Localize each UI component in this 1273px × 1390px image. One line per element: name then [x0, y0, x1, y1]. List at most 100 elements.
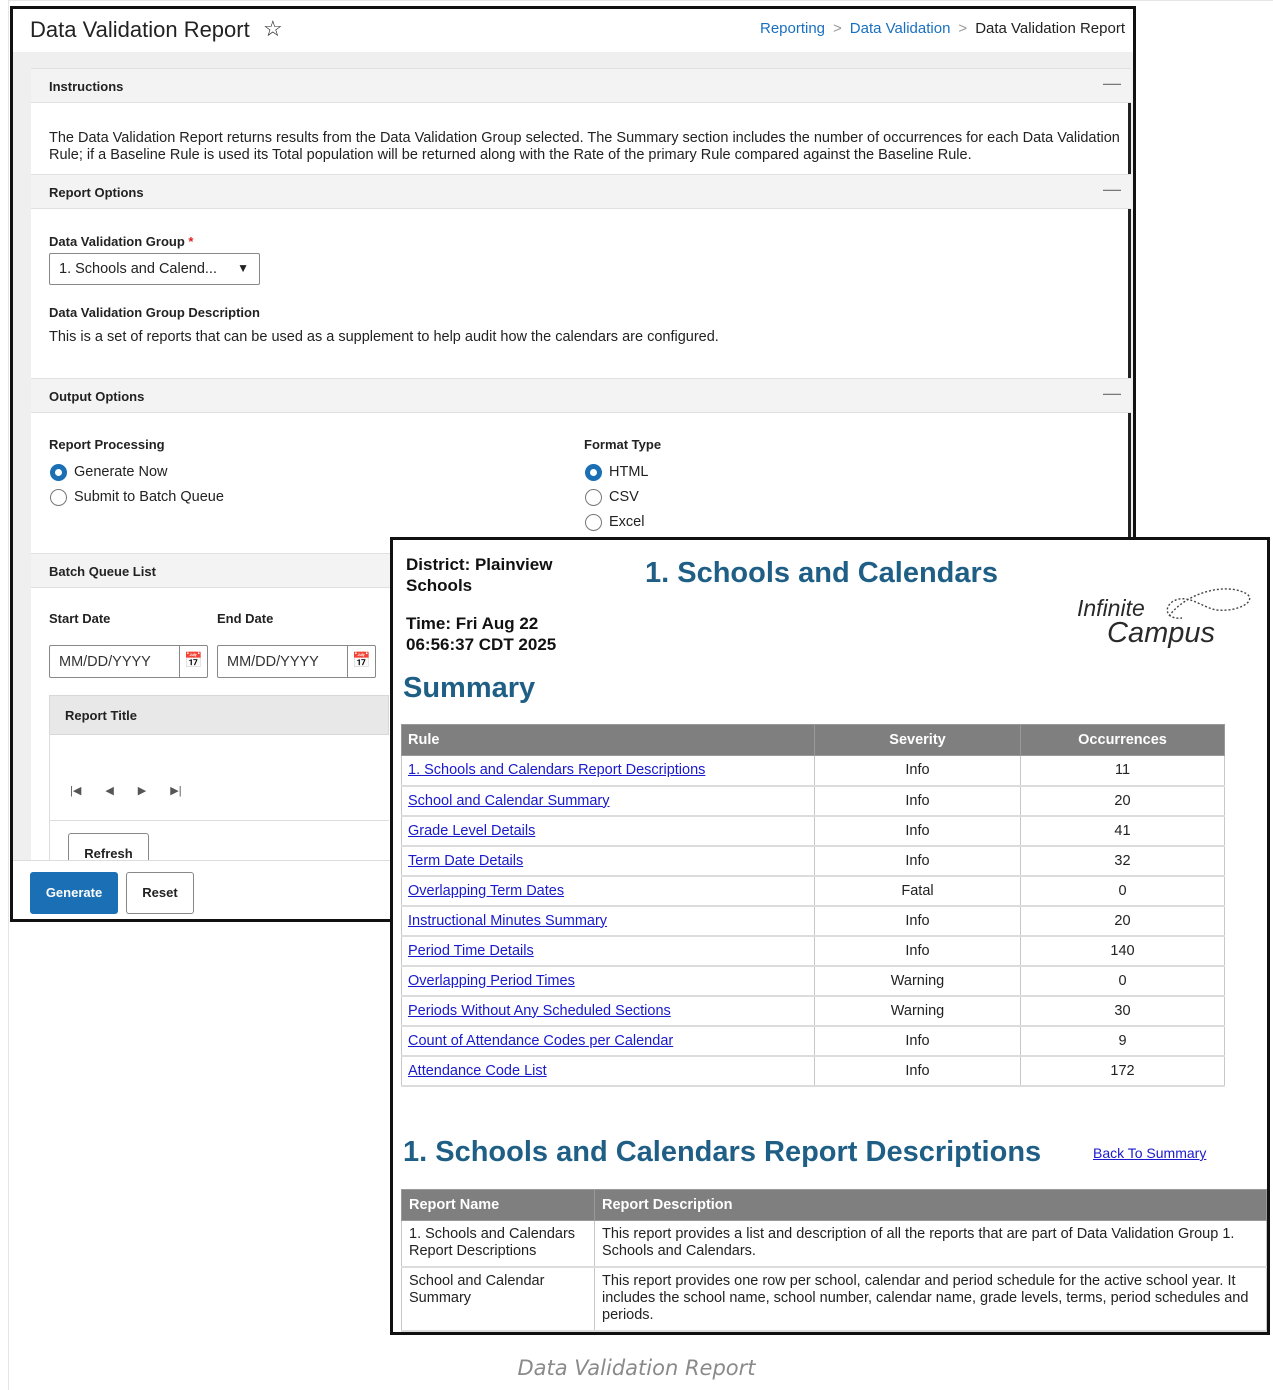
chevron-right-icon: > — [833, 20, 842, 37]
report-processing-label: Report Processing — [49, 437, 165, 452]
end-date-input[interactable]: MM/DD/YYYY 📅 — [217, 645, 376, 678]
summary-row: 1. Schools and Calendars Report Descript… — [401, 755, 1225, 787]
summary-row: Instructional Minutes Summary Info 20 — [401, 905, 1225, 937]
report-name-cell: 1. Schools and Calendars Report Descript… — [401, 1220, 595, 1268]
rule-cell: Instructional Minutes Summary — [401, 905, 815, 937]
start-date-placeholder: MM/DD/YYYY — [59, 654, 151, 670]
report-description-column: Report Description — [594, 1189, 1267, 1221]
breadcrumb-data-validation[interactable]: Data Validation — [850, 20, 951, 37]
report-options-header[interactable]: Report Options — — [31, 174, 1131, 209]
collapse-icon[interactable]: — — [1103, 179, 1121, 200]
severity-cell: Info — [814, 755, 1021, 787]
report-title: 1. Schools and Calendars — [645, 557, 998, 589]
instructions-header[interactable]: Instructions — — [31, 68, 1131, 103]
batch-grid-header: Report Title — [49, 695, 389, 735]
group-label-text: Data Validation Group — [49, 234, 185, 249]
prev-page-icon[interactable]: ◀ — [105, 785, 113, 797]
rule-cell: 1. Schools and Calendars Report Descript… — [401, 755, 815, 787]
rule-link[interactable]: Overlapping Term Dates — [408, 883, 564, 899]
last-page-icon[interactable]: ▶| — [170, 785, 181, 797]
radio-generate-now[interactable] — [50, 464, 67, 481]
occurrences-cell: 30 — [1020, 995, 1225, 1027]
csv-label[interactable]: CSV — [609, 489, 639, 506]
required-mark: * — [188, 234, 194, 249]
divider — [49, 820, 389, 821]
rule-link[interactable]: Attendance Code List — [408, 1063, 547, 1079]
radio-excel[interactable] — [585, 514, 602, 531]
group-select[interactable]: 1. Schools and Calend... ▼ — [49, 253, 260, 285]
radio-html[interactable] — [585, 464, 602, 481]
chevron-right-icon: > — [958, 20, 968, 37]
summary-row: Count of Attendance Codes per Calendar In… — [401, 1025, 1225, 1057]
rule-link[interactable]: Periods Without Any Scheduled Sections — [408, 1003, 671, 1019]
next-page-icon[interactable]: ▶ — [138, 785, 146, 797]
report-output: District: Plainview Schools Time: Fri Au… — [390, 537, 1270, 1335]
rule-link[interactable]: Grade Level Details — [408, 823, 535, 839]
back-to-summary-link[interactable]: Back To Summary — [1093, 1145, 1206, 1161]
start-date-label: Start Date — [49, 611, 111, 626]
rule-column: Rule — [401, 724, 815, 756]
rule-link[interactable]: Term Date Details — [408, 853, 523, 869]
occurrences-cell: 0 — [1020, 875, 1225, 907]
rule-cell: Period Time Details — [401, 935, 815, 967]
occurrences-column: Occurrences — [1020, 724, 1225, 756]
occurrences-cell: 140 — [1020, 935, 1225, 967]
favorite-star-icon[interactable]: ☆ — [263, 16, 283, 42]
summary-row: Overlapping Period Times Warning 0 — [401, 965, 1225, 997]
generate-now-label[interactable]: Generate Now — [74, 464, 168, 481]
rule-link[interactable]: Count of Attendance Codes per Calendar — [408, 1033, 673, 1049]
collapse-icon[interactable]: — — [1103, 383, 1121, 404]
severity-cell: Info — [814, 1025, 1021, 1057]
occurrences-cell: 172 — [1020, 1055, 1225, 1087]
rule-link[interactable]: School and Calendar Summary — [408, 793, 610, 809]
breadcrumb-reporting[interactable]: Reporting — [760, 20, 825, 37]
radio-csv[interactable] — [585, 489, 602, 506]
rule-link[interactable]: Overlapping Period Times — [408, 973, 575, 989]
summary-row: Periods Without Any Scheduled Sections Wa… — [401, 995, 1225, 1027]
excel-label[interactable]: Excel — [609, 514, 644, 531]
severity-cell: Info — [814, 785, 1021, 817]
severity-cell: Info — [814, 815, 1021, 847]
group-description-text: This is a set of reports that can be use… — [49, 329, 719, 345]
report-options-label: Report Options — [49, 185, 144, 200]
calendar-icon[interactable]: 📅 — [179, 646, 207, 677]
calendar-icon[interactable]: 📅 — [347, 646, 375, 677]
html-label[interactable]: HTML — [609, 464, 648, 481]
rule-cell: Grade Level Details — [401, 815, 815, 847]
rule-link[interactable]: Instructional Minutes Summary — [408, 913, 607, 929]
severity-cell: Info — [814, 935, 1021, 967]
first-page-icon[interactable]: |◀ — [70, 785, 81, 797]
end-date-label: End Date — [217, 611, 274, 626]
radio-batch-queue[interactable] — [50, 489, 67, 506]
occurrences-cell: 11 — [1020, 755, 1225, 787]
rule-link[interactable]: Period Time Details — [408, 943, 534, 959]
summary-row: School and Calendar Summary Info 20 — [401, 785, 1225, 817]
batch-queue-list-label: Batch Queue List — [49, 564, 156, 579]
severity-cell: Info — [814, 905, 1021, 937]
batch-queue-label[interactable]: Submit to Batch Queue — [74, 489, 224, 506]
severity-cell: Info — [814, 1055, 1021, 1087]
report-title-column[interactable]: Report Title — [65, 708, 137, 723]
start-date-input[interactable]: MM/DD/YYYY 📅 — [49, 645, 208, 678]
rule-cell: Attendance Code List — [401, 1055, 815, 1087]
instructions-text: The Data Validation Report returns resul… — [49, 130, 1120, 163]
generate-button[interactable]: Generate — [30, 872, 118, 914]
report-name-column: Report Name — [401, 1189, 595, 1221]
rule-cell: Count of Attendance Codes per Calendar — [401, 1025, 815, 1057]
severity-cell: Info — [814, 845, 1021, 877]
rule-link[interactable]: 1. Schools and Calendars Report Descript… — [408, 762, 705, 778]
severity-cell: Fatal — [814, 875, 1021, 907]
collapse-icon[interactable]: — — [1103, 73, 1121, 94]
descriptions-table: Report Name Report Description 1. School… — [401, 1189, 1267, 1332]
app-header: Data Validation Report ☆ Reporting > Data … — [13, 9, 1133, 52]
rule-cell: School and Calendar Summary — [401, 785, 815, 817]
summary-row: Overlapping Term Dates Fatal 0 — [401, 875, 1225, 907]
instructions-label: Instructions — [49, 79, 124, 94]
group-label: Data Validation Group * — [49, 234, 193, 249]
caret-down-icon: ▼ — [237, 261, 249, 275]
output-options-header[interactable]: Output Options — — [31, 378, 1131, 413]
reset-button[interactable]: Reset — [126, 872, 194, 914]
rule-cell: Periods Without Any Scheduled Sections — [401, 995, 815, 1027]
page-title: Data Validation Report — [30, 17, 250, 42]
infinite-campus-logo: Infinite Campus — [1077, 582, 1257, 662]
